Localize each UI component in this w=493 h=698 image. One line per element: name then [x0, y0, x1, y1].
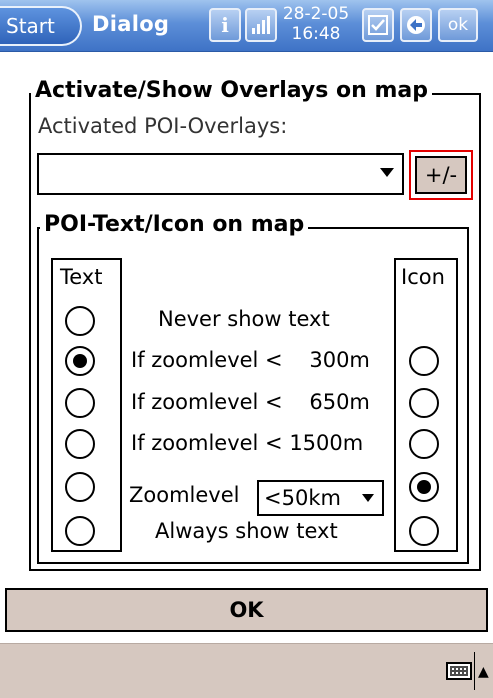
zoomlevel-select[interactable]: <50km [257, 480, 384, 516]
row-label-1500m: If zoomlevel < 1500m [131, 431, 364, 455]
chevron-down-icon[interactable] [362, 494, 374, 502]
window-title: Dialog [92, 12, 170, 36]
icon-radio-1500m[interactable] [409, 429, 439, 459]
clock-time: 16:48 [291, 24, 341, 44]
text-radio-1500m[interactable] [65, 429, 95, 459]
input-panel-caret-icon[interactable]: ▲ [478, 664, 489, 680]
icon-radio-300m[interactable] [409, 346, 439, 376]
activated-overlays-label: Activated POI-Overlays: [38, 114, 288, 138]
icon-radio-650m[interactable] [409, 388, 439, 418]
row-label-300m: If zoomlevel < 300m [131, 348, 370, 372]
clock[interactable]: 28-2-05 16:48 [275, 4, 357, 44]
row-label-zoomlevel: Zoomlevel [129, 483, 240, 507]
clock-date: 28-2-05 [282, 4, 350, 24]
ok-button[interactable]: OK [5, 588, 488, 632]
plusminus-button[interactable]: +/- [415, 156, 467, 194]
poi-group-title: POI-Text/Icon on map [40, 212, 309, 237]
row-label-always: Always show text [155, 519, 338, 543]
title-bar: Start Dialog i 28-2-05 16:48 ok [0, 0, 493, 52]
zoomlevel-select-value: <50km [264, 486, 341, 510]
back-arrow-icon[interactable] [400, 8, 432, 42]
icon-radio-always[interactable] [409, 516, 439, 546]
start-button[interactable]: Start [0, 6, 82, 46]
info-icon[interactable]: i [209, 8, 241, 42]
icon-radio-zoomlevel[interactable] [409, 472, 439, 502]
poi-overlays-combo[interactable] [37, 153, 404, 195]
row-label-never: Never show text [158, 307, 330, 331]
menu-separator [474, 652, 475, 690]
icon-column-header: Icon [401, 265, 445, 289]
keyboard-icon[interactable] [446, 662, 472, 680]
signal-icon[interactable] [245, 8, 277, 42]
text-radio-650m[interactable] [65, 388, 95, 418]
plusminus-highlight: +/- [409, 150, 473, 200]
text-radio-zoomlevel[interactable] [65, 472, 95, 502]
chevron-down-icon[interactable] [380, 168, 394, 177]
overlays-group-title: Activate/Show Overlays on map [31, 78, 432, 103]
text-column-header: Text [60, 265, 103, 289]
checklist-icon[interactable] [362, 8, 394, 42]
text-radio-never[interactable] [65, 306, 95, 336]
bottom-menu-bar: ▲ [0, 643, 493, 698]
text-radio-300m[interactable] [65, 346, 95, 376]
row-label-650m: If zoomlevel < 650m [131, 390, 370, 414]
text-radio-always[interactable] [65, 516, 95, 546]
ok-titlebar-button[interactable]: ok [438, 8, 478, 42]
